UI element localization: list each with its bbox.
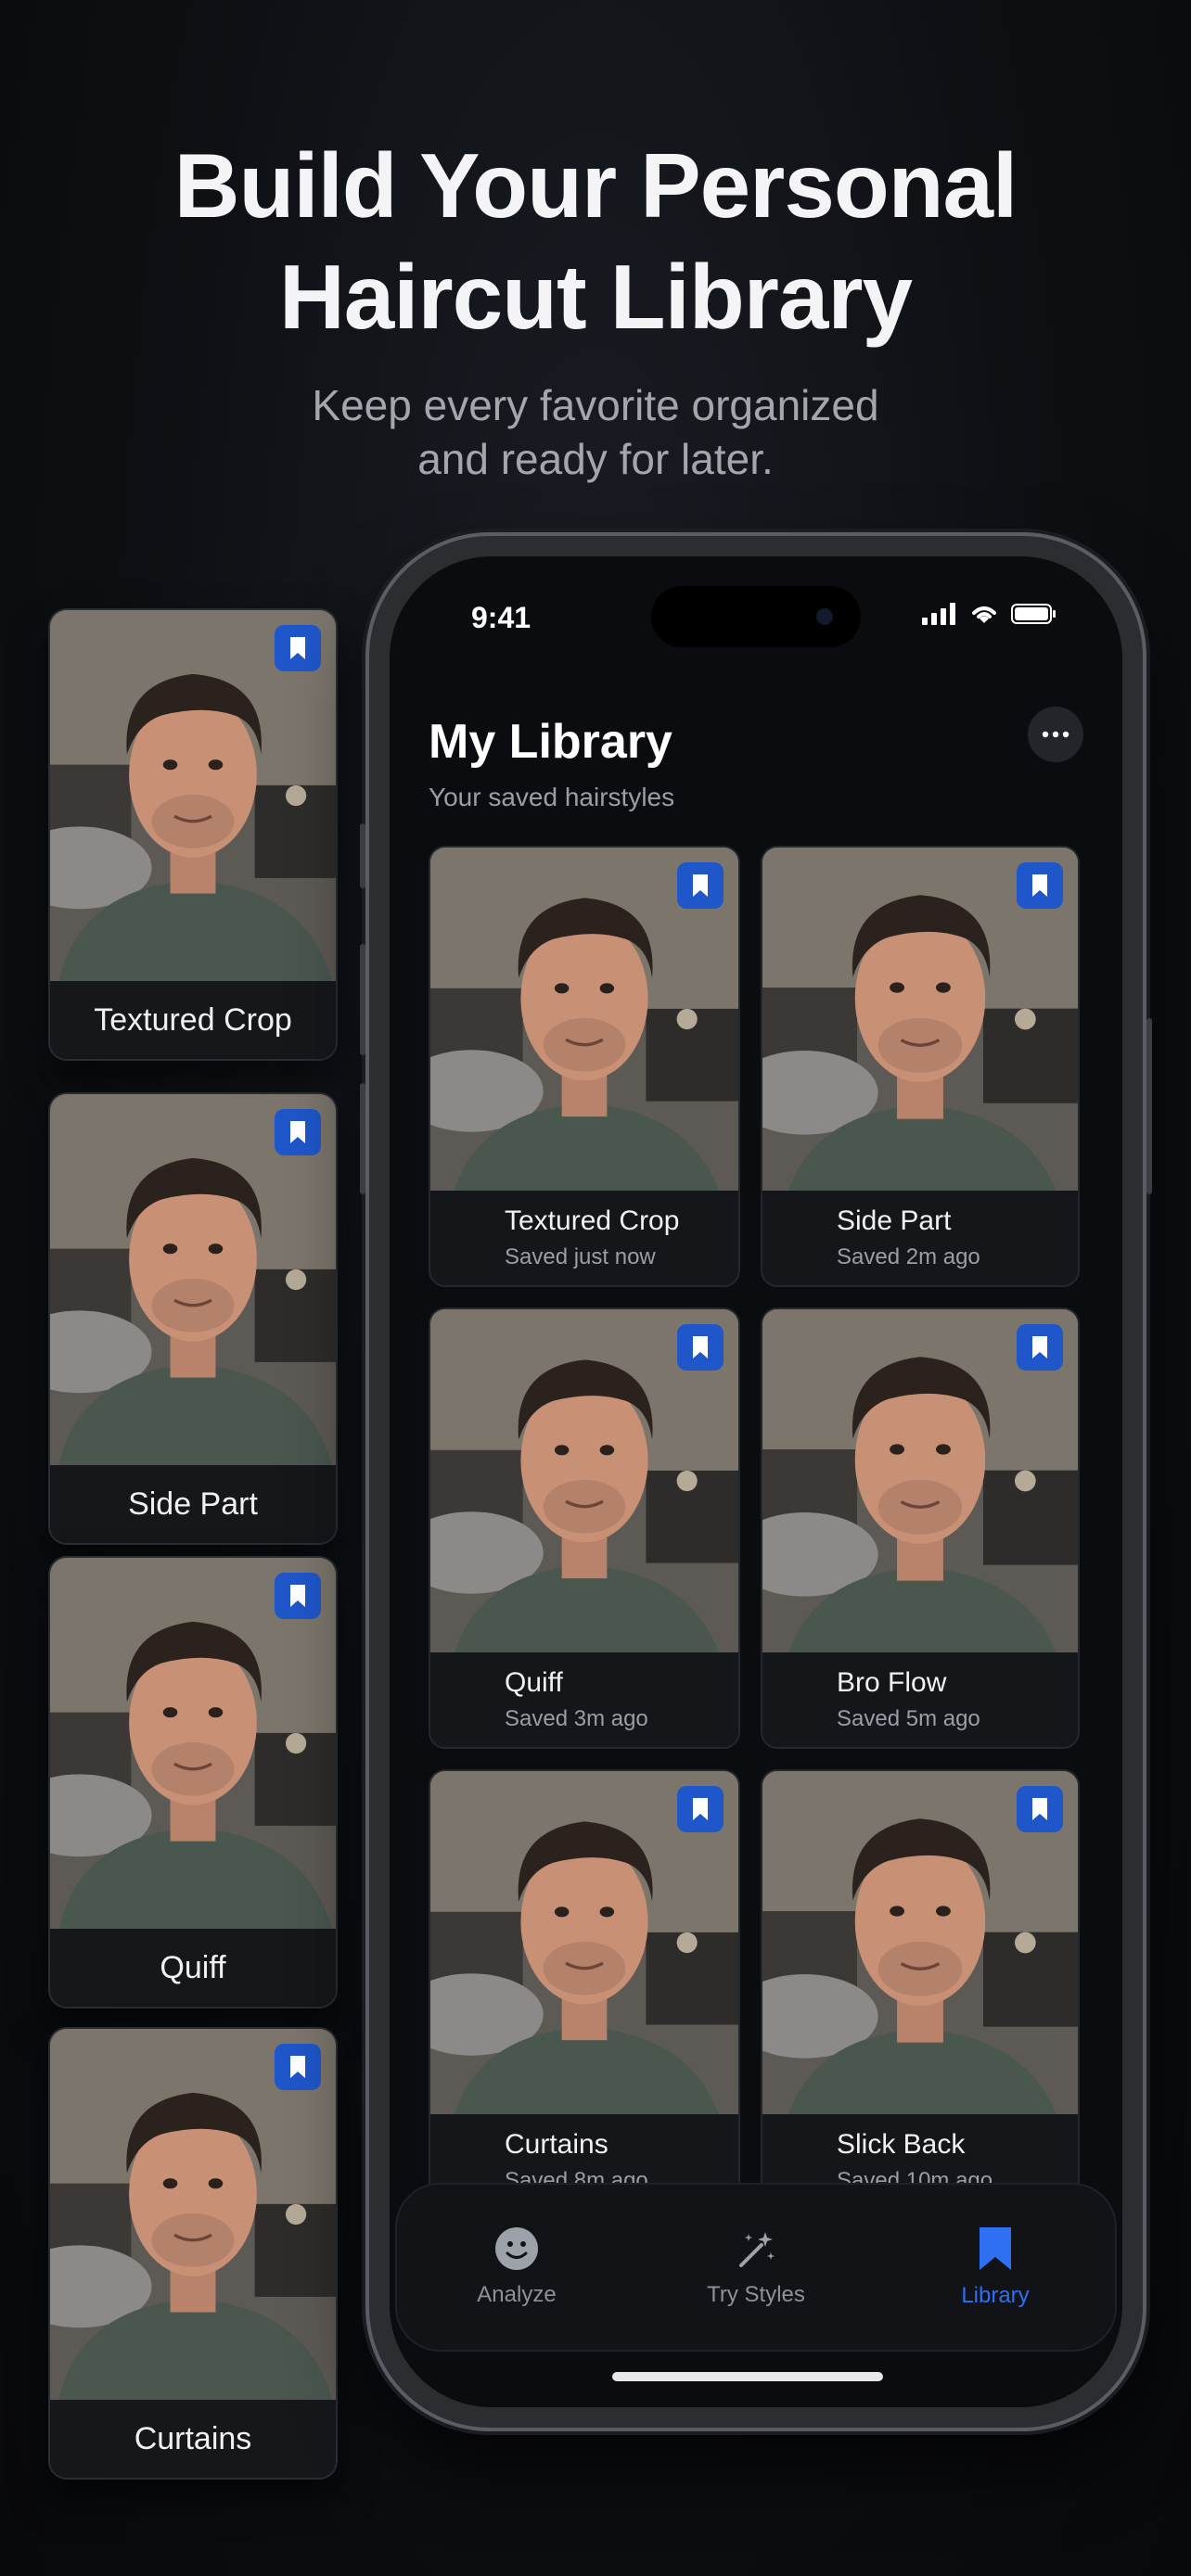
bookmark-icon — [275, 2044, 321, 2090]
wifi-icon — [972, 606, 996, 623]
phone-power-button — [1146, 1018, 1152, 1194]
card-saved-time: Saved 3m ago — [505, 1706, 648, 1731]
tab-try-styles[interactable]: Try Styles — [663, 2226, 849, 2308]
bookmark-icon[interactable] — [1017, 1324, 1063, 1371]
side-card-quiff: Quiff — [48, 1556, 338, 2009]
portrait-photo — [762, 848, 1078, 1191]
dynamic-island — [651, 586, 861, 647]
portrait-photo — [430, 1309, 738, 1652]
library-card[interactable]: Bro Flow Saved 5m ago — [761, 1307, 1080, 1749]
battery-icon — [1011, 604, 1056, 624]
side-card-label: Side Part — [50, 1465, 336, 1543]
portrait-photo — [762, 1309, 1078, 1652]
more-options-button[interactable] — [1028, 707, 1083, 762]
bookmark-icon — [275, 1109, 321, 1155]
library-card[interactable]: Side Part Saved 2m ago — [761, 846, 1080, 1287]
signal-icon — [922, 603, 955, 625]
card-saved-time: Saved 5m ago — [837, 1706, 980, 1731]
hero-title-line1: Build Your Personal — [173, 134, 1018, 236]
bookmark-icon — [275, 625, 321, 671]
bookmark-icon[interactable] — [677, 1786, 724, 1832]
tab-analyze[interactable]: Analyze — [424, 2226, 609, 2308]
bookmark-icon[interactable] — [677, 862, 724, 909]
tab-label: Analyze — [477, 2282, 557, 2307]
card-title: Slick Back — [837, 2129, 966, 2160]
hero-title-line2: Haircut Library — [278, 246, 913, 348]
portrait-photo — [50, 2029, 336, 2400]
smiley-face-icon — [495, 2227, 538, 2270]
bookmark-icon[interactable] — [1017, 1786, 1063, 1832]
hero: Build Your Personal Haircut Library Keep… — [0, 130, 1191, 486]
phone-volume-up-button — [360, 944, 365, 1055]
hero-title: Build Your Personal Haircut Library — [0, 130, 1191, 352]
tab-library[interactable]: Library — [903, 2225, 1088, 2309]
bookmark-icon[interactable] — [677, 1324, 724, 1371]
side-card-curtains: Curtains — [48, 2027, 338, 2480]
library-card[interactable]: Quiff Saved 3m ago — [429, 1307, 740, 1749]
card-title: Curtains — [505, 2129, 608, 2160]
hero-subtitle-line1: Keep every favorite organized — [312, 381, 879, 429]
card-title: Side Part — [837, 1205, 952, 1236]
side-card-label: Curtains — [50, 2400, 336, 2478]
phone-screen: 9:41 My Library Your saved hairstyles Te… — [390, 556, 1122, 2407]
hero-subtitle-line2: and ready for later. — [417, 435, 774, 483]
card-title: Textured Crop — [505, 1205, 680, 1236]
ellipsis-icon — [1042, 731, 1069, 738]
tab-bar: Analyze Try Styles Library — [395, 2183, 1117, 2352]
phone-volume-down-button — [360, 1083, 365, 1194]
portrait-photo — [762, 1771, 1078, 2114]
bookmark-icon — [980, 2227, 1011, 2270]
side-card-textured-crop: Textured Crop — [48, 608, 338, 1061]
library-card[interactable]: Curtains Saved 8m ago — [429, 1769, 740, 2211]
home-indicator[interactable] — [612, 2372, 883, 2381]
card-title: Bro Flow — [837, 1667, 947, 1698]
library-grid: Textured Crop Saved just now Side Part S… — [429, 846, 1080, 2211]
portrait-photo — [50, 1558, 336, 1929]
library-card[interactable]: Textured Crop Saved just now — [429, 846, 740, 1287]
card-title: Quiff — [505, 1667, 563, 1698]
portrait-photo — [430, 848, 738, 1191]
bookmark-icon — [275, 1573, 321, 1619]
tab-label: Try Styles — [707, 2282, 805, 2307]
portrait-photo — [50, 1094, 336, 1465]
page-subtitle: Your saved hairstyles — [429, 783, 675, 811]
portrait-photo — [430, 1771, 738, 2114]
bookmark-icon[interactable] — [1017, 862, 1063, 909]
hero-subtitle: Keep every favorite organized and ready … — [0, 378, 1191, 486]
side-card-label: Quiff — [50, 1929, 336, 2007]
side-card-label: Textured Crop — [50, 981, 336, 1059]
library-card[interactable]: Slick Back Saved 10m ago — [761, 1769, 1080, 2211]
status-icons — [922, 603, 1057, 625]
phone-frame: 9:41 My Library Your saved hairstyles Te… — [360, 536, 1152, 2428]
portrait-photo — [50, 610, 336, 981]
card-saved-time: Saved just now — [505, 1244, 656, 1269]
tab-label: Library — [961, 2283, 1030, 2308]
card-saved-time: Saved 2m ago — [837, 1244, 980, 1269]
side-card-side-part: Side Part — [48, 1092, 338, 1545]
magic-wand-icon — [739, 2232, 775, 2267]
phone-action-button — [360, 823, 365, 888]
page-title: My Library — [429, 715, 672, 769]
status-time: 9:41 — [471, 601, 531, 634]
